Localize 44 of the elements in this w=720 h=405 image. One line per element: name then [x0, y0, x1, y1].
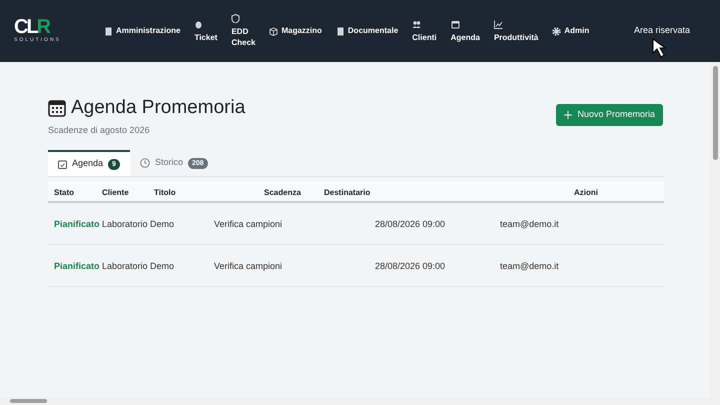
calendar-icon	[450, 20, 460, 28]
nav-link[interactable]: Admin	[552, 25, 590, 37]
new-reminder-button[interactable]: Nuovo Promemoria	[556, 104, 663, 126]
table-cell-text: team@demo.it	[500, 218, 559, 231]
nav-link[interactable]: Ticket	[194, 20, 218, 42]
table-cell-text: team@demo.it	[500, 260, 559, 273]
page-title: Agenda Promemoria	[71, 96, 246, 120]
box-icon	[269, 26, 278, 36]
document-icon	[336, 26, 345, 36]
nav-link[interactable]: Documentale	[336, 25, 398, 37]
chart-icon	[494, 20, 503, 28]
column-header: Stato	[54, 187, 74, 199]
calendar-check-icon	[58, 160, 67, 168]
scrollbar-thumb[interactable]	[10, 399, 47, 403]
nav-link[interactable]: Produttività	[494, 20, 538, 42]
gear-icon	[552, 26, 562, 36]
column-header: Destinatario	[324, 187, 370, 199]
clock-icon	[140, 158, 150, 168]
logo-mark: CLR	[14, 17, 50, 38]
table-cell-text: Verifica campioni	[214, 218, 282, 231]
plus-icon	[564, 111, 572, 119]
nav-link[interactable]: Clienti	[412, 20, 437, 42]
table-cell-text: Laboratorio Demo	[102, 260, 174, 273]
table-cell-text: 28/08/2026 09:00	[375, 260, 446, 273]
nav-link[interactable]: Amministrazione	[104, 25, 180, 37]
scrollbar-thumb[interactable]	[712, 66, 718, 160]
status-text: Pianificato	[54, 218, 101, 231]
nav-link[interactable]: EDD Check	[231, 14, 256, 48]
people-icon	[412, 20, 422, 28]
column-header: Azioni	[574, 187, 598, 199]
page-subtitle: Scadenze di agosto 2026	[48, 124, 151, 137]
column-header: Titolo	[154, 187, 176, 199]
table-cell-text: 28/08/2026 09:00	[375, 218, 446, 231]
document-icon	[104, 26, 113, 36]
nav-link[interactable]: Agenda	[450, 20, 480, 42]
table-cell-text: Verifica campioni	[214, 260, 282, 273]
status-text: Pianificato	[54, 260, 101, 273]
column-header: Cliente	[102, 187, 129, 199]
reserved-area-link[interactable]: Area riservata	[634, 24, 690, 38]
shield-icon	[231, 14, 240, 23]
nav-link[interactable]: Magazzino	[269, 25, 322, 37]
table-cell-text: Laboratorio Demo	[102, 218, 174, 231]
calendar-icon	[48, 99, 66, 118]
column-header: Scadenza	[264, 187, 301, 199]
